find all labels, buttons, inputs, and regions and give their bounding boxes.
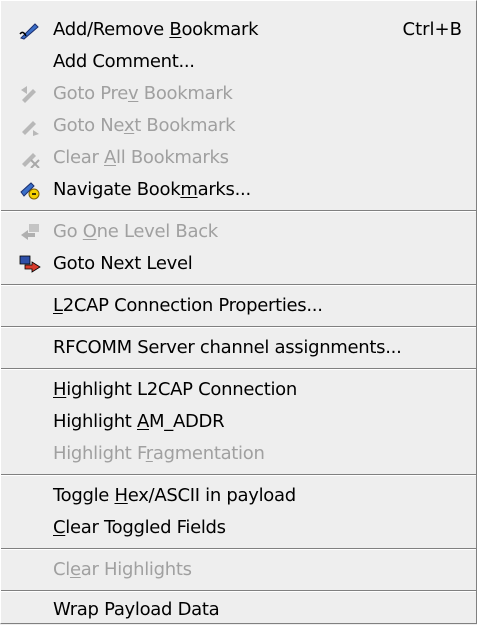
menu-item-label: Add/Remove Bookmark	[53, 19, 259, 40]
menu-separator	[1, 368, 476, 370]
menu-item-highlight-l2cap-connection[interactable]: Highlight L2CAP Connection	[1, 375, 476, 405]
menu-item-wrap-payload-data[interactable]: Wrap Payload Data	[1, 595, 476, 625]
menu-item-label: Goto Next Bookmark	[53, 115, 236, 136]
menu-item-l2cap-connection-properties[interactable]: L2CAP Connection Properties...	[1, 291, 476, 321]
menu-item-clear-toggled-fields[interactable]: Clear Toggled Fields	[1, 513, 476, 543]
menu-item-label: Clear Toggled Fields	[53, 517, 226, 538]
context-menu: Add/Remove Bookmark Ctrl+B Add Comment..…	[0, 0, 477, 624]
menu-item-clear-all-bookmarks[interactable]: Clear All Bookmarks	[1, 143, 476, 173]
menu-item-shortcut: Ctrl+B	[402, 19, 462, 40]
menu-item-toggle-hex-ascii[interactable]: Toggle Hex/ASCII in payload	[1, 481, 476, 511]
menu-item-label: Go One Level Back	[53, 221, 218, 242]
prev-bookmark-icon	[19, 84, 41, 104]
menu-item-go-one-level-back[interactable]: Go One Level Back	[1, 217, 476, 247]
menu-item-label: Clear All Bookmarks	[53, 147, 229, 168]
menu-item-label: L2CAP Connection Properties...	[53, 295, 323, 316]
menu-separator	[1, 210, 476, 212]
menu-item-rfcomm-server-channel[interactable]: RFCOMM Server channel assignments...	[1, 333, 476, 363]
menu-separator	[1, 474, 476, 476]
clear-bookmarks-icon	[19, 148, 41, 168]
menu-item-label: Add Comment...	[53, 51, 195, 72]
menu-separator	[1, 548, 476, 550]
menu-item-highlight-am-addr[interactable]: Highlight AM_ADDR	[1, 407, 476, 437]
menu-separator	[1, 284, 476, 286]
menu-item-add-comment[interactable]: Add Comment...	[1, 47, 476, 77]
menu-item-label: RFCOMM Server channel assignments...	[53, 337, 402, 358]
menu-item-goto-next-level[interactable]: Goto Next Level	[1, 249, 476, 279]
next-bookmark-icon	[19, 116, 41, 136]
menu-item-navigate-bookmarks[interactable]: Navigate Bookmarks...	[1, 175, 476, 205]
menu-item-label: Toggle Hex/ASCII in payload	[53, 485, 296, 506]
menu-item-label: Goto Next Level	[53, 253, 193, 274]
menu-item-clear-highlights[interactable]: Clear Highlights	[1, 555, 476, 585]
menu-item-label: Clear Highlights	[53, 559, 192, 580]
menu-separator	[1, 590, 476, 592]
menu-item-highlight-fragmentation[interactable]: Highlight Fragmentation	[1, 439, 476, 469]
menu-item-label: Goto Prev Bookmark	[53, 83, 233, 104]
navigate-bookmarks-icon	[19, 180, 41, 200]
menu-item-add-remove-bookmark[interactable]: Add/Remove Bookmark Ctrl+B	[1, 15, 476, 45]
menu-item-label: Highlight L2CAP Connection	[53, 379, 297, 400]
menu-item-label: Highlight Fragmentation	[53, 443, 265, 464]
menu-item-label: Wrap Payload Data	[53, 599, 220, 620]
pen-bookmark-icon	[19, 20, 41, 40]
menu-item-goto-next-bookmark[interactable]: Goto Next Bookmark	[1, 111, 476, 141]
menu-item-label: Highlight AM_ADDR	[53, 411, 225, 432]
menu-item-label: Navigate Bookmarks...	[53, 179, 251, 200]
menu-separator	[1, 326, 476, 328]
menu-item-goto-prev-bookmark[interactable]: Goto Prev Bookmark	[1, 79, 476, 109]
next-level-icon	[19, 254, 41, 274]
level-back-icon	[19, 222, 41, 242]
